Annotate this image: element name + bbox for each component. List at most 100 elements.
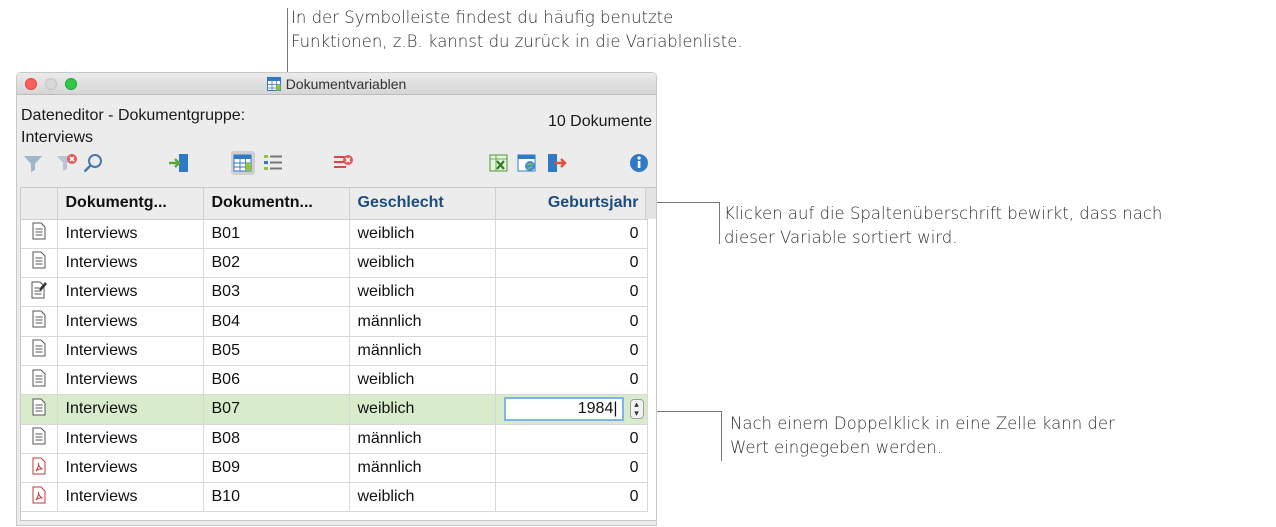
table-row[interactable]: Interviews B05 männlich 0 [21,336,648,366]
variables-table-container: Dokumentg... Dokumentn... Geschlecht Geb… [20,187,656,521]
window-title-text: Dokumentvariablen [285,76,407,92]
export-icon[interactable] [545,151,569,175]
document-name-cell[interactable]: B01 [203,219,350,249]
birth-year-cell[interactable]: 0 [495,453,648,484]
document-group-cell[interactable]: Interviews [57,365,204,396]
header-note-line1: Klicken auf die Spaltenüberschrift bewir… [724,204,1163,223]
list-view-icon[interactable] [261,151,285,175]
birth-year-cell[interactable]: 0 [495,306,648,337]
table-row[interactable]: Interviews B06 weiblich 0 [21,365,648,396]
document-group-cell[interactable]: Interviews [57,482,204,513]
document-name-cell[interactable]: B06 [203,365,350,396]
document-group-cell[interactable]: Interviews [57,424,204,454]
gender-cell[interactable]: weiblich [349,219,496,249]
document-count: 10 Dokumente [547,113,652,130]
column-header-gender[interactable]: Geschlecht [349,188,496,220]
gender-cell[interactable]: männlich [349,453,496,484]
gender-cell[interactable]: männlich [349,336,496,366]
document-name-cell[interactable]: B10 [203,482,350,513]
gender-cell[interactable]: weiblich [349,277,496,308]
title-bar[interactable]: Dokumentvariablen [17,73,656,95]
editor-info-line1: Dateneditor - Dokumentgruppe: [21,107,246,124]
table-row[interactable]: Interviews B10 weiblich 0 [21,482,648,513]
gender-cell[interactable]: weiblich [349,394,496,425]
table-row[interactable]: Interviews B01 weiblich 0 [21,219,648,249]
birth-year-cell[interactable]: 1984| ▴ ▾ [495,394,648,425]
document-icon [21,336,58,366]
icon-column-header[interactable] [21,188,58,220]
column-header-birth-year[interactable]: Geburtsjahr [495,188,648,220]
birth-year-edit-value: 1984 [577,400,614,418]
birth-year-cell[interactable]: 0 [495,365,648,396]
document-group-cell[interactable]: Interviews [57,219,204,249]
document-group-cell[interactable]: Interviews [57,336,204,366]
document-icon [21,219,58,249]
birth-year-edit-field[interactable]: 1984| [503,397,624,422]
document-group-cell[interactable]: Interviews [57,394,204,425]
table-row[interactable]: Interviews B02 weiblich 0 [21,248,648,279]
document-name-cell[interactable]: B02 [203,248,350,279]
clear-filter-icon[interactable] [55,151,79,175]
birth-year-cell[interactable]: 0 [495,248,648,279]
document-edit-icon [21,277,58,308]
info-icon[interactable] [627,151,651,175]
window-title: Dokumentvariablen [17,76,656,94]
filter-icon[interactable] [21,151,45,175]
document-group-cell[interactable]: Interviews [57,248,204,279]
document-name-cell[interactable]: B03 [203,277,350,308]
cell-callout-bracket [721,411,722,461]
birth-year-cell[interactable]: 0 [495,424,648,454]
gender-cell[interactable]: weiblich [349,248,496,279]
cell-note-line2: Wert eingegeben werden. [730,438,943,457]
gender-cell[interactable]: weiblich [349,482,496,513]
cell-note-line1: Nach einem Doppelklick in eine Zelle kan… [730,414,1115,433]
table-row[interactable]: Interviews B04 männlich 0 [21,306,648,337]
cell-note: Nach einem Doppelklick in eine Zelle kan… [730,412,1115,460]
table-row[interactable]: Interviews B03 weiblich 0 [21,277,648,308]
editor-info-line2: Interviews [21,129,94,146]
delete-icon[interactable] [331,151,355,175]
import-icon[interactable] [167,151,191,175]
toolbar-note-line2: Funktionen, z.B. kannst du zurück in die… [291,32,743,51]
pdf-icon [21,453,58,484]
birth-year-cell[interactable]: 0 [495,336,648,366]
document-name-cell[interactable]: B09 [203,453,350,484]
excel-export-icon[interactable] [487,151,511,175]
table-view-icon[interactable] [231,151,255,175]
table-icon [266,77,281,94]
year-stepper[interactable]: ▴ ▾ [629,399,644,420]
search-icon[interactable] [81,151,105,175]
document-icon [21,248,58,279]
header-corner [645,188,656,219]
document-icon [21,424,58,454]
editor-info: Dateneditor - Dokumentgruppe: Interviews [21,105,245,149]
document-variables-window: Dokumentvariablen Dateneditor - Dokument… [16,72,657,526]
document-group-cell[interactable]: Interviews [57,453,204,484]
gender-cell[interactable]: männlich [349,306,496,337]
birth-year-cell[interactable]: 0 [495,482,648,513]
document-group-cell[interactable]: Interviews [57,277,204,308]
document-icon [21,394,58,425]
web-export-icon[interactable] [515,151,539,175]
table-header-row: Dokumentg... Dokumentn... Geschlecht Geb… [21,188,648,220]
birth-year-cell[interactable]: 0 [495,277,648,308]
header-note-line2: dieser Variable sortiert wird. [724,228,958,247]
table-row[interactable]: Interviews B07 weiblich 1984| ▴ ▾ [21,394,648,425]
table-row[interactable]: Interviews B09 männlich 0 [21,453,648,484]
document-name-cell[interactable]: B07 [203,394,350,425]
column-header-document-name[interactable]: Dokumentn... [203,188,350,220]
toolbar [17,147,656,179]
header-note: Klicken auf die Spaltenüberschrift bewir… [724,202,1162,250]
toolbar-note-line1: In der Symbolleiste findest du häufig be… [291,8,674,27]
document-group-cell[interactable]: Interviews [57,306,204,337]
column-header-document-group[interactable]: Dokumentg... [57,188,204,220]
document-name-cell[interactable]: B05 [203,336,350,366]
table-row[interactable]: Interviews B08 männlich 0 [21,424,648,454]
gender-cell[interactable]: weiblich [349,365,496,396]
birth-year-cell[interactable]: 0 [495,219,648,249]
gender-cell[interactable]: männlich [349,424,496,454]
header-callout-bracket [719,202,720,244]
pdf-icon [21,482,58,513]
document-name-cell[interactable]: B04 [203,306,350,337]
document-name-cell[interactable]: B08 [203,424,350,454]
